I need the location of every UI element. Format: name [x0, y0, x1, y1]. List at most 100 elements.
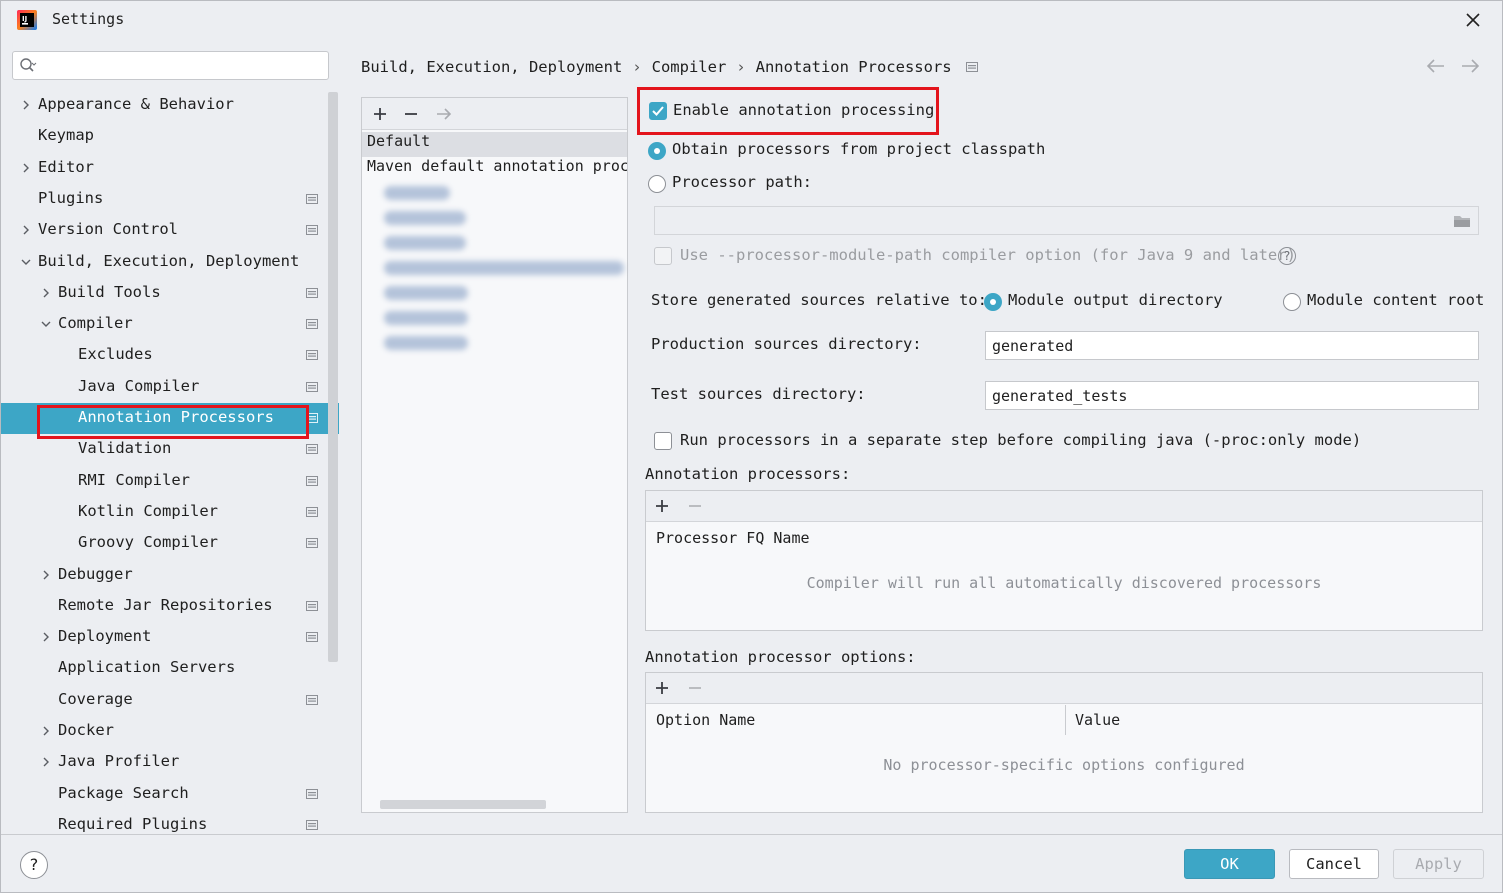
forward-arrow-icon[interactable] [1459, 56, 1481, 76]
project-level-icon [306, 381, 318, 392]
tree-item-label: Excludes [78, 345, 153, 364]
chevron-down-icon[interactable] [19, 255, 33, 269]
tree-item-appearance-behavior[interactable]: Appearance & Behavior [1, 90, 327, 121]
tree-item-remote-jar-repositories[interactable]: Remote Jar Repositories [1, 591, 327, 622]
enable-processing-checkbox[interactable] [649, 102, 667, 120]
tree-item-excludes[interactable]: Excludes [1, 340, 327, 371]
profile-maven-default[interactable]: Maven default annotation proc [362, 157, 627, 182]
tree-item-groovy-compiler[interactable]: Groovy Compiler [1, 528, 327, 559]
test-dir-label: Test sources directory: [651, 385, 866, 403]
tree-item-docker[interactable]: Docker [1, 716, 327, 747]
remove-processor-button[interactable] [685, 497, 705, 515]
test-dir-input[interactable] [985, 381, 1479, 410]
module-content-root-radio[interactable] [1283, 293, 1301, 311]
tree-item-label: Kotlin Compiler [78, 501, 218, 520]
tree-item-package-search[interactable]: Package Search [1, 779, 327, 810]
tree-item-version-control[interactable]: Version Control [1, 215, 327, 246]
separate-step-label[interactable]: Run processors in a separate step before… [680, 431, 1361, 449]
ok-button[interactable]: OK [1184, 849, 1275, 879]
store-relative-label: Store generated sources relative to: [651, 291, 987, 309]
folder-icon[interactable] [1453, 214, 1471, 228]
obtain-from-classpath-radio[interactable] [648, 142, 666, 160]
annotation-processors-title: Annotation processors: [645, 465, 851, 483]
tree-item-label: Validation [78, 439, 172, 458]
profile-default[interactable]: Default [362, 132, 627, 157]
tree-item-rmi-compiler[interactable]: RMI Compiler [1, 466, 327, 497]
module-path-option-checkbox[interactable] [654, 247, 672, 265]
tree-item-deployment[interactable]: Deployment [1, 622, 327, 653]
option-name-header[interactable]: Option Name [656, 711, 755, 741]
blurred-module [384, 286, 468, 300]
separate-step-checkbox[interactable] [654, 432, 672, 450]
processors-empty-text: Compiler will run all automatically disc… [806, 574, 1322, 592]
processor-path-radio[interactable] [648, 175, 666, 193]
tree-item-plugins[interactable]: Plugins [1, 184, 327, 215]
module-content-root-label[interactable]: Module content root [1307, 291, 1484, 309]
cancel-button[interactable]: Cancel [1289, 849, 1379, 879]
project-level-icon [306, 632, 318, 643]
blurred-module [384, 336, 468, 350]
move-to-profile-button[interactable] [434, 105, 454, 123]
project-level-icon [306, 506, 318, 517]
module-output-directory-label[interactable]: Module output directory [1008, 291, 1223, 309]
chevron-right-icon[interactable] [19, 98, 33, 112]
module-path-option-label: Use --processor-module-path compiler opt… [680, 246, 1296, 264]
chevron-right-icon[interactable] [19, 161, 33, 175]
value-header[interactable]: Value [1075, 711, 1120, 741]
tree-item-debugger[interactable]: Debugger [1, 560, 327, 591]
chevron-right-icon[interactable] [39, 630, 53, 644]
apply-button[interactable]: Apply [1393, 849, 1484, 879]
tree-item-label: RMI Compiler [78, 470, 190, 489]
search-input[interactable] [45, 55, 323, 77]
tree-item-build-execution-deployment[interactable]: Build, Execution, Deployment [1, 247, 327, 278]
settings-search-box[interactable] [12, 51, 329, 80]
remove-profile-button[interactable] [401, 105, 421, 123]
breadcrumb-item-annotation-processors: Annotation Processors [755, 58, 952, 76]
tree-item-coverage[interactable]: Coverage [1, 685, 327, 716]
tree-item-application-servers[interactable]: Application Servers [1, 653, 327, 684]
chevron-right-icon[interactable] [39, 724, 53, 738]
tree-item-kotlin-compiler[interactable]: Kotlin Compiler [1, 497, 327, 528]
add-option-button[interactable] [652, 679, 672, 697]
module-output-directory-radio[interactable] [984, 293, 1002, 311]
processor-path-label[interactable]: Processor path: [672, 173, 812, 191]
profiles-horizontal-scrollbar[interactable] [380, 800, 546, 809]
sidebar-scrollbar[interactable] [328, 92, 338, 662]
chevron-right-icon[interactable] [19, 223, 33, 237]
help-button[interactable]: ? [20, 851, 48, 879]
project-level-icon [306, 225, 318, 236]
tree-item-editor[interactable]: Editor [1, 153, 327, 184]
tree-item-label: Editor [38, 157, 94, 176]
tree-item-java-compiler[interactable]: Java Compiler [1, 372, 327, 403]
processors-table-toolbar [646, 491, 1482, 522]
chevron-right-icon[interactable] [39, 286, 53, 300]
processor-fq-name-header[interactable]: Processor FQ Name [656, 529, 810, 559]
remove-option-button[interactable] [685, 679, 705, 697]
tree-item-label: Coverage [58, 689, 133, 708]
obtain-from-classpath-label[interactable]: Obtain processors from project classpath [672, 140, 1045, 158]
tree-item-label: Application Servers [58, 658, 236, 677]
add-profile-button[interactable] [370, 105, 390, 123]
add-processor-button[interactable] [652, 497, 672, 515]
chevron-down-icon[interactable] [39, 317, 53, 331]
tree-item-build-tools[interactable]: Build Tools [1, 278, 327, 309]
annotation-processors-table: Processor FQ Name Compiler will run all … [645, 490, 1483, 631]
production-dir-label: Production sources directory: [651, 335, 922, 353]
chevron-right-icon[interactable] [39, 755, 53, 769]
back-arrow-icon[interactable] [1425, 56, 1447, 76]
tree-item-label: Plugins [38, 188, 104, 207]
tree-item-label: Java Profiler [58, 752, 180, 771]
help-circle-icon[interactable]: ? [1278, 247, 1296, 265]
close-button[interactable] [1460, 7, 1486, 33]
processor-path-field[interactable] [654, 206, 1479, 235]
breadcrumb-item-compiler[interactable]: Compiler [652, 58, 727, 76]
production-dir-input[interactable] [985, 331, 1479, 360]
chevron-right-icon[interactable] [39, 568, 53, 582]
breadcrumb-item-build[interactable]: Build, Execution, Deployment [361, 58, 622, 76]
tree-item-compiler[interactable]: Compiler [1, 309, 327, 340]
enable-processing-label[interactable]: Enable annotation processing [673, 101, 934, 119]
tree-item-java-profiler[interactable]: Java Profiler [1, 747, 327, 778]
tree-item-keymap[interactable]: Keymap [1, 121, 327, 152]
project-level-icon [965, 62, 978, 72]
column-divider[interactable] [1065, 705, 1066, 735]
